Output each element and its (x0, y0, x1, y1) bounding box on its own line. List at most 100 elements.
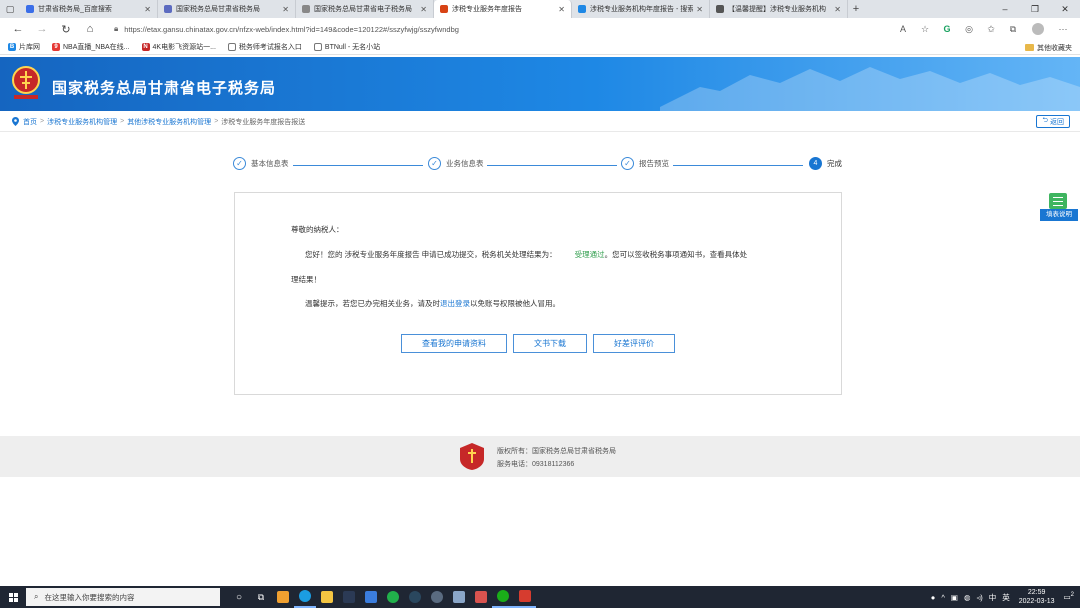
edge-icon[interactable] (294, 586, 316, 608)
form-help-button[interactable]: 填表说明 (1040, 193, 1078, 223)
bookmark-item[interactable]: B 片库网 (8, 42, 40, 52)
browser-tab[interactable]: 甘肃省税务局_百度搜索 ✕ (20, 0, 158, 18)
bookmark-label: 税务师考试报名入口 (238, 44, 302, 51)
bookmark-item[interactable]: BTNull - 无名小站 (313, 42, 380, 52)
browser-tab[interactable]: 涉税专业服务年度报告 ✕ (434, 0, 572, 18)
profile-avatar-icon[interactable] (1032, 23, 1044, 35)
site-title: 国家税务总局甘肃省电子税务局 (52, 80, 277, 97)
ime-mode[interactable]: 英 (1002, 592, 1010, 603)
mail-icon[interactable] (360, 586, 382, 608)
breadcrumb-current: 涉税专业服务年度报告报送 (221, 118, 306, 126)
bookmark-favicon-icon: 9 (52, 43, 60, 51)
favorite-star-icon[interactable]: ☆ (914, 24, 936, 35)
view-application-button[interactable]: 查看我的申请资料 (401, 334, 507, 353)
task-view-icon[interactable]: ⧉ (250, 586, 272, 608)
back-arrow-icon[interactable]: ← (6, 23, 30, 35)
tab-close-icon[interactable]: ✕ (420, 5, 427, 14)
step-report-preview: ✓ 报告预览 (621, 157, 669, 170)
window-controls: – ❐ ✕ (990, 0, 1080, 18)
media-player-icon[interactable] (382, 586, 404, 608)
minimize-icon[interactable]: – (990, 0, 1020, 18)
extension-icon[interactable]: G (936, 24, 958, 34)
great-wall-decoration (660, 67, 1080, 111)
chevron-up-icon[interactable]: ^ (941, 593, 945, 602)
tab-label: 甘肃省税务局_百度搜索 (38, 6, 112, 13)
other-favorites[interactable]: 其他收藏夹 (1025, 40, 1072, 55)
file-explorer-icon[interactable] (316, 586, 338, 608)
step-business-info: ✓ 业务信息表 (428, 157, 484, 170)
extension-2-icon[interactable]: ◎ (958, 24, 980, 35)
volume-icon[interactable]: ◃) (976, 593, 982, 602)
bookmark-favicon-icon (227, 43, 236, 51)
close-window-icon[interactable]: ✕ (1050, 0, 1080, 18)
folder-icon (1025, 44, 1034, 51)
download-document-button[interactable]: 文书下载 (513, 334, 587, 353)
network-icon[interactable]: ◍ (964, 593, 971, 602)
browser-tab[interactable]: 国家税务总局甘肃省电子税务局 ✕ (296, 0, 434, 18)
rate-feedback-button[interactable]: 好差评评价 (593, 334, 675, 353)
progress-steps: ✓ 基本信息表 ✓ 业务信息表 ✓ 报告预览 4 完成 (233, 157, 853, 173)
tab-favicon-icon (716, 5, 724, 13)
check-circle-icon: ✓ (233, 157, 246, 170)
url-text: https://etax.gansu.chinatax.gov.cn/nfzx-… (124, 24, 459, 34)
url-field[interactable]: 🔒︎ https://etax.gansu.chinatax.gov.cn/nf… (108, 21, 886, 37)
favorites-icon[interactable]: ✩ (980, 24, 1002, 35)
clock[interactable]: 22:59 2022-03-13 (1019, 588, 1055, 606)
action-buttons: 查看我的申请资料 文书下载 好差评评价 (401, 334, 681, 353)
steam-icon[interactable] (404, 586, 426, 608)
tab-favicon-icon (440, 5, 448, 13)
people-icon[interactable]: ● (931, 593, 936, 602)
system-tray: ● ^ ▣ ◍ ◃) 中 英 22:59 2022-03-13 ▭2 (928, 586, 1080, 608)
more-menu-icon[interactable]: ··· (1052, 24, 1074, 34)
cortana-icon[interactable]: ○ (228, 586, 250, 608)
browser-tab[interactable]: 国家税务总局甘肃省税务局 ✕ (158, 0, 296, 18)
breadcrumb-other-agency-mgmt[interactable]: 其他涉税专业服务机构管理 (127, 117, 211, 127)
step-number-badge: 4 (809, 157, 822, 170)
tab-actions-icon[interactable]: ▢ (0, 0, 20, 18)
app-4-icon[interactable] (470, 586, 492, 608)
tray-app-icon[interactable]: ▣ (951, 593, 958, 602)
browser-tab[interactable]: 【温馨提醒】涉税专业服务机构 ✕ (710, 0, 848, 18)
app-2-icon[interactable] (426, 586, 448, 608)
notification-icon[interactable]: ▭2 (1064, 592, 1074, 602)
step-complete: 4 完成 (809, 157, 842, 170)
bookmark-item[interactable]: 税务师考试报名入口 (227, 42, 302, 52)
refresh-icon[interactable]: ↻ (54, 23, 78, 36)
site-footer: 版权所有：国家税务总局甘肃省税务局 服务电话：09318112366 (0, 436, 1080, 477)
tab-close-icon[interactable]: ✕ (282, 5, 289, 14)
tab-close-icon[interactable]: ✕ (834, 5, 841, 14)
tab-label: 涉税专业服务年度报告 (452, 6, 522, 13)
bookmark-item[interactable]: N 4K电影飞资源站一... (141, 42, 216, 52)
tab-label: 涉税专业服务机构年度报告 - 搜索 (590, 6, 694, 13)
start-button[interactable] (0, 592, 26, 602)
store-icon[interactable] (272, 586, 294, 608)
restore-icon[interactable]: ❐ (1020, 0, 1050, 18)
greeting-text: 尊敬的纳税人： (291, 225, 344, 234)
return-button[interactable]: ⮌ 返回 (1036, 115, 1070, 128)
ime-indicator[interactable]: 中 (989, 592, 997, 603)
breadcrumb-home[interactable]: 首页 (23, 117, 37, 127)
tab-close-icon[interactable]: ✕ (144, 5, 151, 14)
breadcrumb-agency-mgmt[interactable]: 涉税专业服务机构管理 (47, 117, 117, 127)
bookmark-favicon-icon (313, 43, 322, 51)
forward-arrow-icon[interactable]: → (30, 23, 54, 35)
home-icon[interactable]: ⌂ (78, 23, 102, 35)
tax-badge-icon (460, 443, 484, 470)
logout-link[interactable]: 退出登录 (440, 299, 470, 308)
read-aloud-icon[interactable]: A (892, 24, 914, 34)
taskbar-search[interactable]: ⌕ 在这里输入你要搜索的内容 (26, 588, 220, 606)
search-icon: ⌕ (34, 592, 39, 601)
collections-icon[interactable]: ⧉ (1002, 24, 1024, 35)
app-3-icon[interactable] (448, 586, 470, 608)
browser-tab[interactable]: 涉税专业服务机构年度报告 - 搜索 ✕ (572, 0, 710, 18)
new-tab-button[interactable]: + (848, 3, 864, 15)
app-icon[interactable] (338, 586, 360, 608)
tax-emblem-icon (12, 66, 40, 99)
wps-icon[interactable] (514, 586, 536, 608)
tab-close-icon[interactable]: ✕ (696, 5, 703, 14)
tab-close-icon[interactable]: ✕ (558, 5, 565, 14)
wechat-icon[interactable] (492, 586, 514, 608)
bookmark-item[interactable]: 9 NBA直播_NBA在线... (52, 42, 130, 52)
step-connector (673, 165, 803, 166)
reminder-text: 温馨提示，若您已办完相关业务，请及时退出登录以免账号权限被他人冒用。 (305, 299, 560, 308)
